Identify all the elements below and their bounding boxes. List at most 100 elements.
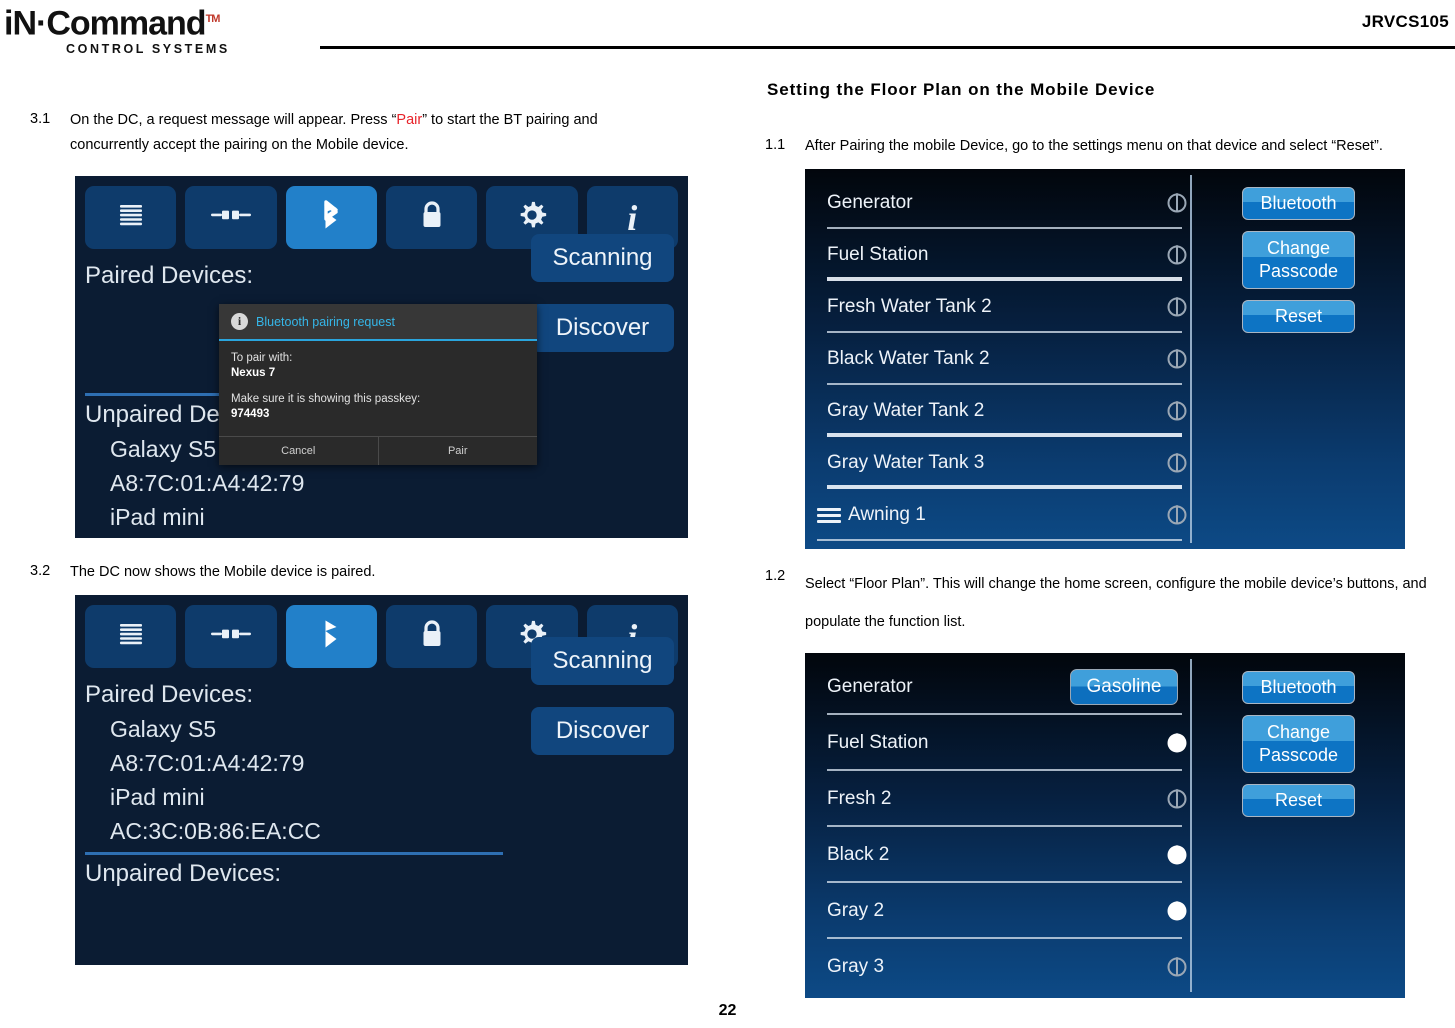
list-item[interactable]: A8:7C:01:A4:42:79 — [85, 466, 678, 500]
reset-button[interactable]: Reset — [1242, 784, 1355, 817]
table-row[interactable]: Gray Water Tank 2 — [805, 385, 1190, 437]
table-row[interactable]: Black Water Tank 2 — [805, 333, 1190, 385]
table-row[interactable]: Generator Gasoline — [805, 659, 1190, 715]
bluetooth-icon — [319, 617, 343, 656]
toggle-switch[interactable] — [1167, 957, 1187, 976]
cancel-button[interactable]: Cancel — [219, 437, 378, 465]
passkey-label: Make sure it is showing this passkey: — [231, 393, 421, 405]
toggle-switch[interactable] — [1167, 789, 1187, 808]
settings-screenshot-floorplan: Generator Gasoline Fuel Station Fresh 2 — [805, 653, 1405, 998]
table-row[interactable]: Gray Water Tank 3 — [805, 437, 1190, 489]
toggle-switch[interactable] — [1167, 401, 1187, 420]
table-row[interactable]: Fuel Station — [805, 715, 1190, 771]
menu-icon-button[interactable] — [85, 605, 177, 668]
bluetooth-button[interactable]: Bluetooth — [1242, 187, 1355, 220]
change-passcode-button[interactable]: Change Passcode — [1242, 231, 1355, 289]
row-control[interactable] — [1167, 349, 1187, 368]
bluetooth-button[interactable]: Bluetooth — [1242, 671, 1355, 704]
row-label: Generator — [827, 192, 913, 213]
row-control[interactable] — [1167, 789, 1187, 808]
brand-logo: iN·CommandTM CONTROL SYSTEMS — [4, 2, 314, 56]
settings-screenshot-reset: Generator Fuel Station Fresh Water Tank … — [805, 169, 1405, 549]
step-1-1: 1.1 After Pairing the mobile Device, go … — [765, 134, 1445, 159]
toggle-knob — [1167, 453, 1187, 472]
table-row[interactable]: Awning 1 — [805, 489, 1190, 541]
row-separator — [817, 539, 1182, 541]
toggle-switch[interactable] — [1167, 733, 1187, 752]
row-label: Gray Water Tank 2 — [827, 400, 985, 421]
pair-button[interactable]: Pair — [377, 437, 538, 465]
row-control[interactable] — [1167, 901, 1187, 920]
bt-screenshot-paired: i Paired Devices: Galaxy S5 A8:7C:01:A4:… — [75, 595, 688, 965]
table-row[interactable]: Fresh Water Tank 2 — [805, 281, 1190, 333]
step-1-2-text: Select “Floor Plan”. This will change th… — [805, 576, 1427, 630]
toggle-knob — [1167, 733, 1187, 752]
bluetooth-icon — [319, 198, 343, 237]
bt-action-panel-2: Scanning Discover — [531, 637, 674, 777]
toggle-switch[interactable] — [1167, 349, 1187, 368]
bluetooth-icon-button[interactable] — [285, 186, 377, 249]
passkey-value: 974493 — [231, 408, 270, 420]
change-passcode-button[interactable]: Change Passcode — [1242, 715, 1355, 773]
lock-icon-button[interactable] — [385, 605, 478, 668]
step-3-1-highlight: Pair — [396, 112, 423, 128]
toggle-switch[interactable] — [1167, 845, 1187, 864]
table-row[interactable]: Generator — [805, 177, 1190, 229]
logo-wordmark-text: iN·Command — [4, 4, 207, 43]
row-control[interactable] — [1167, 453, 1187, 472]
toggle-knob — [1167, 193, 1187, 212]
discover-button[interactable]: Discover — [531, 707, 674, 755]
info-icon: i — [231, 313, 248, 330]
link-icon-button[interactable] — [185, 186, 277, 249]
toggle-switch[interactable] — [1167, 505, 1187, 524]
settings-side-panel-1: Bluetooth Change Passcode Reset — [1192, 169, 1405, 549]
table-row[interactable]: Black 2 — [805, 827, 1190, 883]
lock-icon-button[interactable] — [385, 186, 478, 249]
row-label: Black Water Tank 2 — [827, 348, 990, 369]
row-control[interactable]: Gasoline — [1070, 669, 1178, 705]
row-label: Fresh 2 — [827, 788, 892, 809]
step-1-2-number: 1.2 — [765, 568, 786, 584]
list-item[interactable]: iPad mini — [85, 780, 678, 814]
settings-function-list-1: Generator Fuel Station Fresh Water Tank … — [805, 169, 1190, 549]
row-control[interactable] — [1167, 957, 1187, 976]
row-control[interactable] — [1167, 733, 1187, 752]
row-control[interactable] — [1167, 845, 1187, 864]
list-item[interactable]: AC:3C:0B:86:EA:CC — [85, 814, 678, 848]
discover-button[interactable]: Discover — [531, 304, 674, 352]
table-row[interactable]: Gray 3 — [805, 939, 1190, 995]
toggle-switch[interactable] — [1167, 453, 1187, 472]
unpaired-devices-label-2: Unpaired Devices: — [85, 860, 282, 887]
row-control[interactable] — [1167, 297, 1187, 316]
toggle-switch[interactable] — [1167, 193, 1187, 212]
row-label: Awning 1 — [848, 504, 926, 525]
toggle-switch[interactable] — [1167, 245, 1187, 264]
row-control[interactable] — [1167, 401, 1187, 420]
step-3-2-text: The DC now shows the Mobile device is pa… — [70, 564, 376, 580]
table-row[interactable]: Fresh 2 — [805, 771, 1190, 827]
right-column: Setting the Floor Plan on the Mobile Dev… — [765, 80, 1445, 998]
lock-icon — [419, 199, 445, 236]
table-row[interactable]: Fuel Station — [805, 229, 1190, 281]
link-icon-button[interactable] — [185, 605, 277, 668]
step-1-1-number: 1.1 — [765, 137, 786, 153]
toggle-knob — [1167, 245, 1187, 264]
toggle-switch[interactable] — [1167, 901, 1187, 920]
scanning-button[interactable]: Scanning — [531, 637, 674, 685]
generator-fuel-type-button[interactable]: Gasoline — [1070, 669, 1178, 705]
reset-button[interactable]: Reset — [1242, 300, 1355, 333]
table-row[interactable]: Gray 2 — [805, 883, 1190, 939]
toggle-switch[interactable] — [1167, 297, 1187, 316]
menu-icon-button[interactable] — [85, 186, 177, 249]
row-control[interactable] — [1167, 245, 1187, 264]
pair-with-label: To pair with: — [231, 352, 293, 364]
scanning-button[interactable]: Scanning — [531, 234, 674, 282]
row-control[interactable] — [1167, 193, 1187, 212]
row-label: Fuel Station — [827, 244, 929, 265]
bluetooth-icon-button[interactable] — [285, 605, 377, 668]
list-item[interactable]: iPad mini — [85, 500, 678, 534]
menu-icon[interactable] — [817, 505, 841, 526]
toggle-knob — [1167, 401, 1187, 420]
row-control[interactable] — [1167, 505, 1187, 524]
toggle-knob — [1167, 957, 1187, 976]
